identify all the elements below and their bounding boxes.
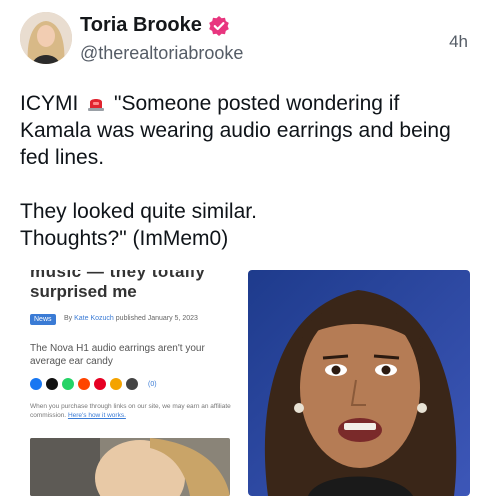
handle[interactable]: @therealtoriabrooke (80, 43, 243, 64)
whatsapp-icon (62, 378, 74, 390)
affiliate-disclaimer: When you purchase through links on our s… (30, 402, 240, 420)
pinterest-icon (94, 378, 106, 390)
news-badge: News (30, 314, 56, 325)
article-screenshot[interactable]: music — they totally surprised me News B… (16, 270, 244, 496)
article-subtitle: The Nova H1 audio earrings aren't your a… (30, 343, 205, 367)
share-row: (0) (30, 378, 157, 390)
post-text-start: ICYMI (20, 92, 85, 115)
display-name[interactable]: Toria Brooke (80, 14, 202, 37)
avatar[interactable] (20, 12, 72, 64)
verified-badge-icon (208, 15, 230, 37)
police-light-icon (86, 92, 106, 111)
byline-author: Kate Kozuch (74, 315, 114, 322)
timestamp: 4h (449, 32, 468, 51)
post-text: ICYMI "Someone posted wondering if Kamal… (20, 90, 470, 252)
byline-date: published January 5, 2023 (115, 315, 198, 322)
email-icon (126, 378, 138, 390)
post-text-rest: "Someone posted wondering if Kamala was … (20, 92, 451, 250)
portrait-photo[interactable] (248, 270, 470, 496)
article-title: surprised me (30, 282, 137, 301)
name-row: Toria Brooke (80, 14, 230, 37)
article-cut-headline: music — they totally (30, 270, 206, 281)
media-row: music — they totally surprised me News B… (16, 270, 470, 496)
facebook-icon (30, 378, 42, 390)
article-photo (30, 438, 230, 496)
comment-count: (0) (148, 380, 157, 388)
disclaimer-link: Here's how it works. (67, 412, 126, 419)
x-icon (46, 378, 58, 390)
article-byline: By Kate Kozuch published January 5, 2023 (64, 315, 198, 322)
disclaimer-text: When you purchase through links on our s… (30, 403, 231, 419)
reddit-icon (78, 378, 90, 390)
post-header: Toria Brooke @therealtoriabrooke 4h (16, 12, 470, 68)
byline-prefix: By (64, 315, 73, 322)
flipboard-icon (110, 378, 122, 390)
avatar-image (20, 12, 72, 64)
